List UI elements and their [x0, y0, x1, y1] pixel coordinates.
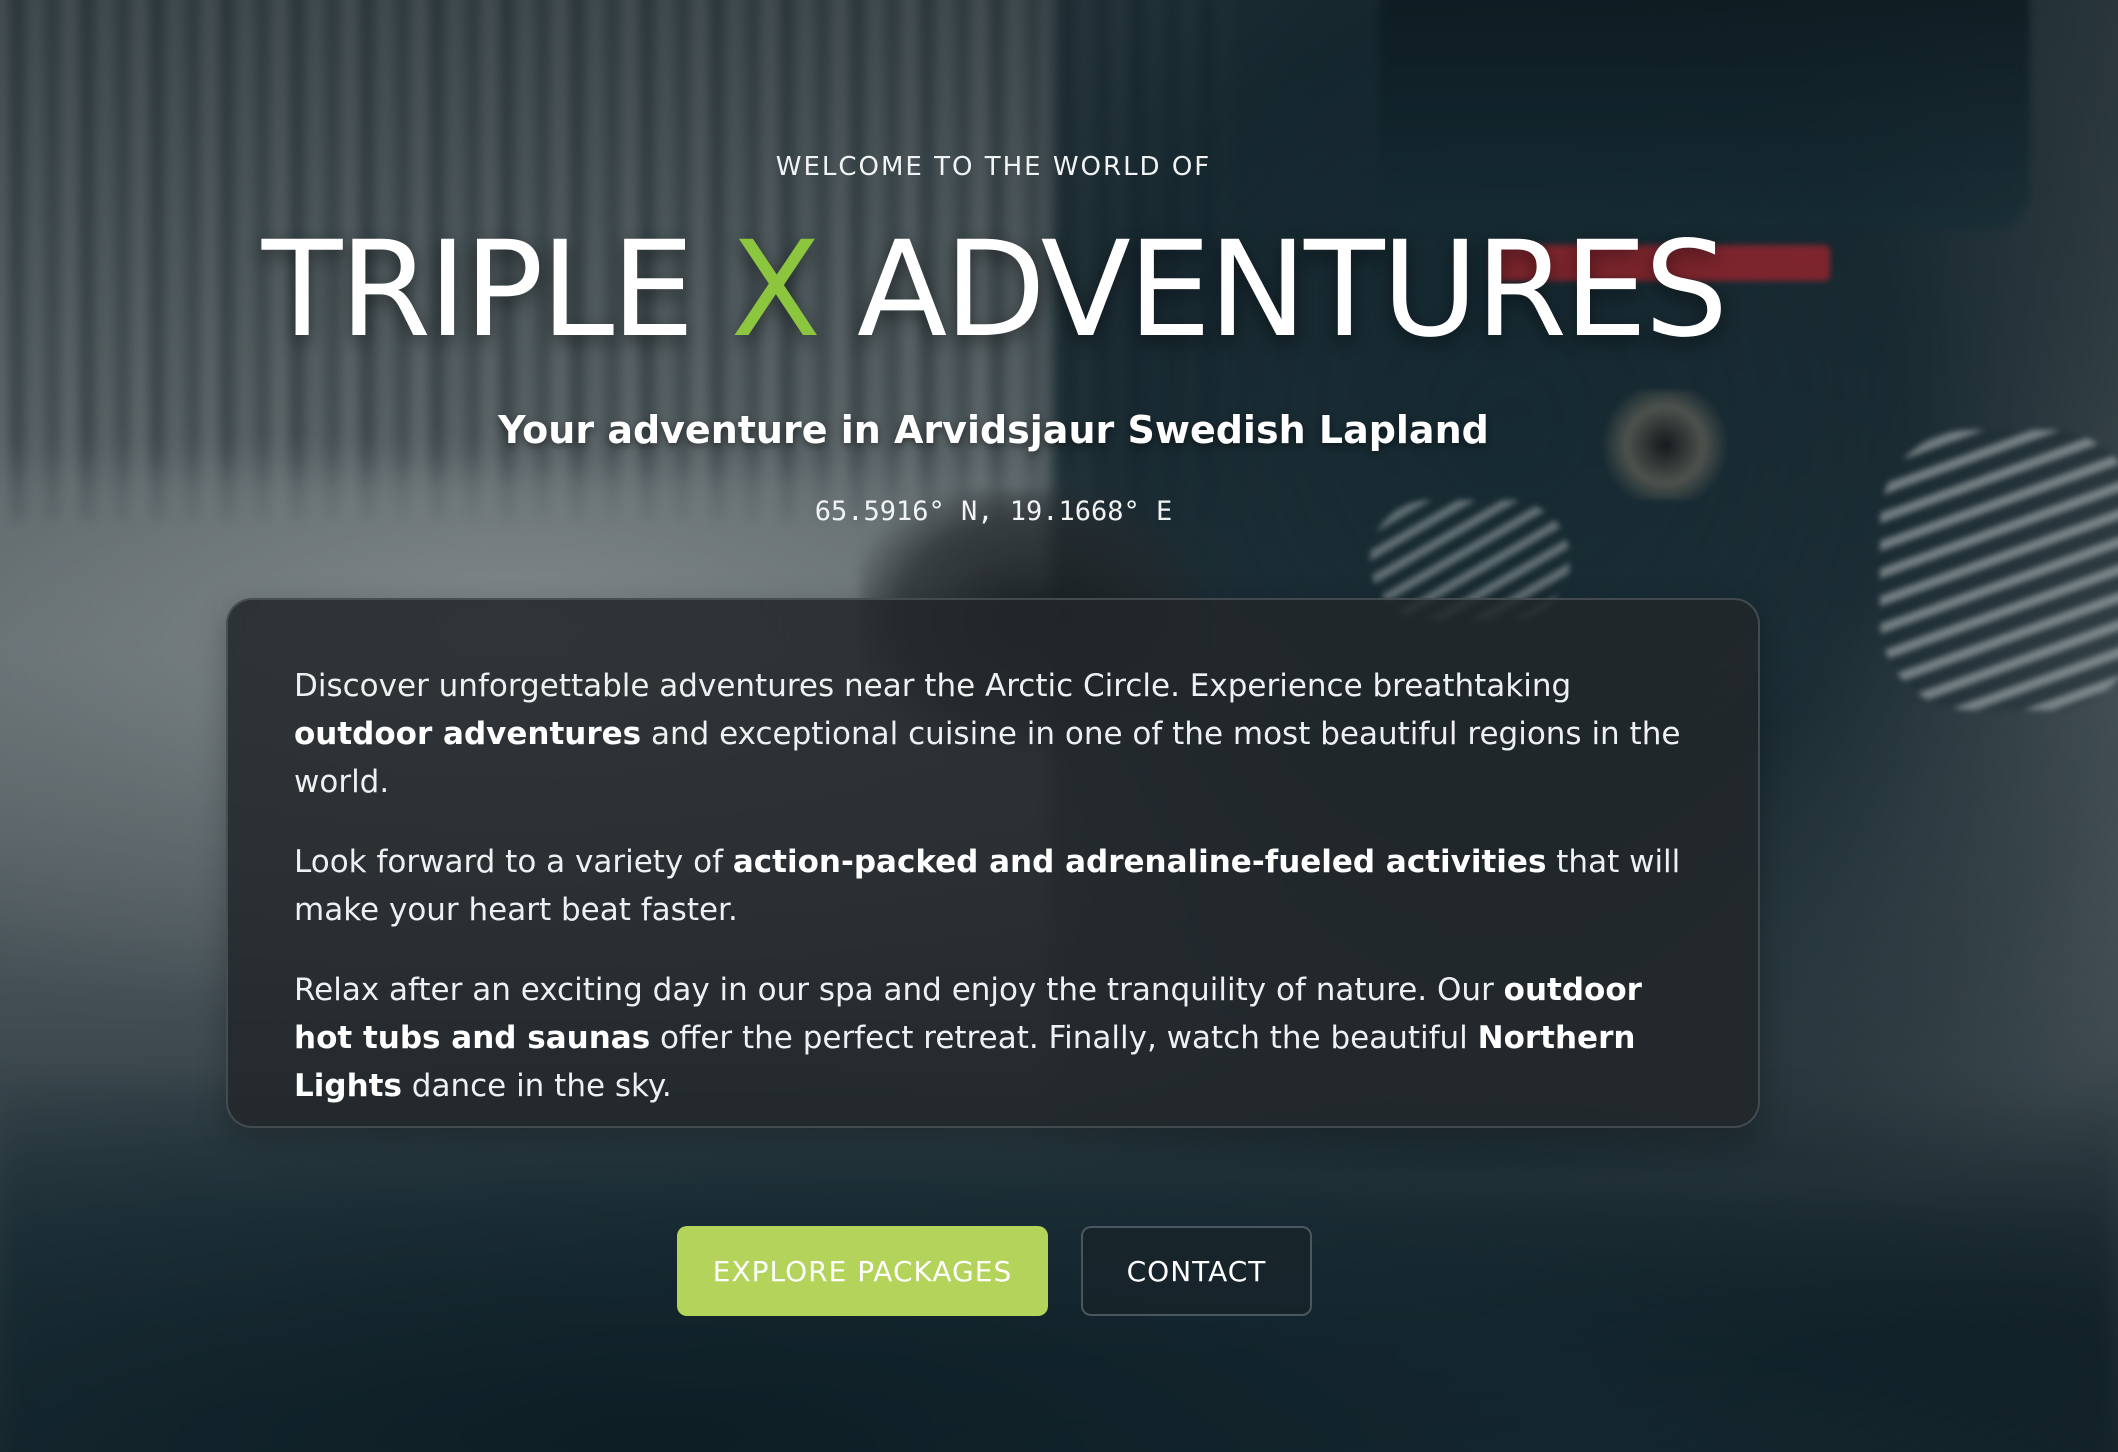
intro-p2-text-a: Look forward to a variety of	[294, 844, 733, 880]
hero-section: WELCOME TO THE WORLD OF TRIPLE X ADVENTU…	[0, 0, 2118, 1452]
intro-p3-text-c: offer the perfect retreat. Finally, watc…	[650, 1020, 1478, 1056]
intro-paragraph-1: Discover unforgettable adventures near t…	[294, 662, 1688, 806]
contact-button[interactable]: CONTACT	[1081, 1226, 1312, 1316]
intro-p3-text-e: dance in the sky.	[401, 1068, 672, 1104]
hero-subtitle: Your adventure in Arvidsjaur Swedish Lap…	[498, 408, 1489, 452]
hero-title-part2: ADVENTURES	[856, 213, 1728, 367]
hero-title-part1: TRIPLE	[261, 213, 695, 367]
hero-coordinates: 65.5916° N, 19.1668° E	[814, 496, 1173, 527]
intro-paragraph-2: Look forward to a variety of action-pack…	[294, 838, 1688, 934]
intro-p1-text-a: Discover unforgettable adventures near t…	[294, 668, 1572, 704]
intro-p3-text-a: Relax after an exciting day in our spa a…	[294, 972, 1504, 1008]
intro-paragraph-3: Relax after an exciting day in our spa a…	[294, 966, 1688, 1110]
intro-p1-highlight: outdoor adventures	[294, 716, 642, 752]
hero-title: TRIPLE X ADVENTURES	[0, 210, 1987, 370]
hero-eyebrow: WELCOME TO THE WORLD OF	[775, 152, 1212, 182]
explore-packages-button[interactable]: EXPLORE PACKAGES	[677, 1226, 1048, 1316]
hero-title-accent: X	[730, 213, 821, 367]
intro-p2-highlight: action-packed and adrenaline-fueled acti…	[732, 844, 1547, 880]
intro-card: Discover unforgettable adventures near t…	[226, 598, 1760, 1128]
